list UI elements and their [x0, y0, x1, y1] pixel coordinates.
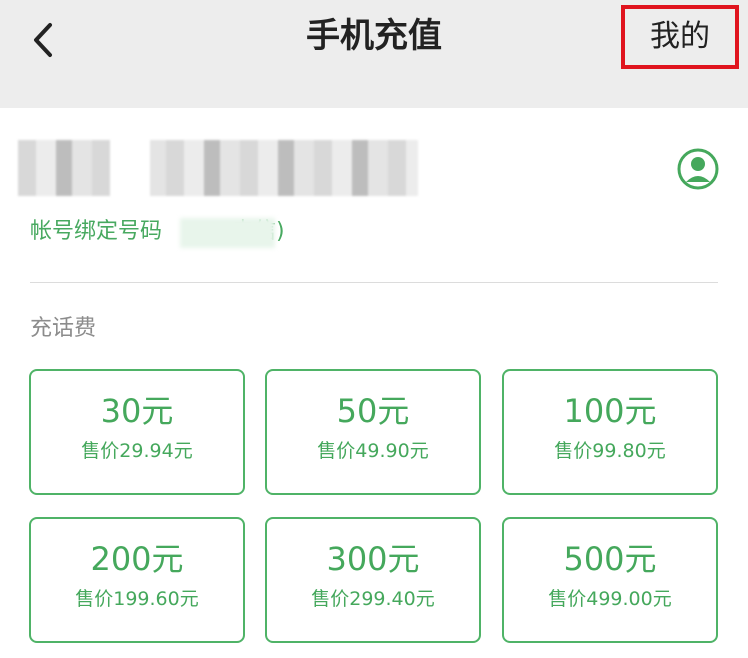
section-title: 充话费 — [30, 316, 97, 341]
option-price: 售价499.00元 — [548, 588, 672, 610]
recharge-option-300[interactable]: 300元售价299.40元 — [265, 517, 481, 643]
recharge-option-30[interactable]: 30元售价29.94元 — [29, 369, 245, 495]
recharge-option-500[interactable]: 500元售价499.00元 — [502, 517, 718, 643]
mine-button[interactable]: 我的 — [621, 5, 739, 69]
recharge-option-200[interactable]: 200元售价199.60元 — [29, 517, 245, 643]
option-price: 售价49.90元 — [317, 440, 429, 462]
option-price: 售价29.94元 — [81, 440, 193, 462]
user-icon[interactable] — [677, 148, 719, 190]
recharge-option-50[interactable]: 50元售价49.90元 — [265, 369, 481, 495]
divider — [30, 282, 718, 283]
option-amount: 200元 — [90, 540, 184, 578]
recharge-option-100[interactable]: 100元售价99.80元 — [502, 369, 718, 495]
option-price: 售价99.80元 — [554, 440, 666, 462]
option-amount: 100元 — [563, 392, 657, 430]
bound-label: 帐号绑定号码 — [30, 219, 163, 244]
option-price: 售价299.40元 — [311, 588, 435, 610]
phone-number-masked — [180, 218, 275, 248]
option-amount: 50元 — [336, 392, 410, 430]
option-price: 售价199.60元 — [75, 588, 199, 610]
option-amount: 30元 — [100, 392, 174, 430]
option-amount: 500元 — [563, 540, 657, 578]
account-name-masked — [18, 140, 418, 196]
option-amount: 300元 — [326, 540, 420, 578]
